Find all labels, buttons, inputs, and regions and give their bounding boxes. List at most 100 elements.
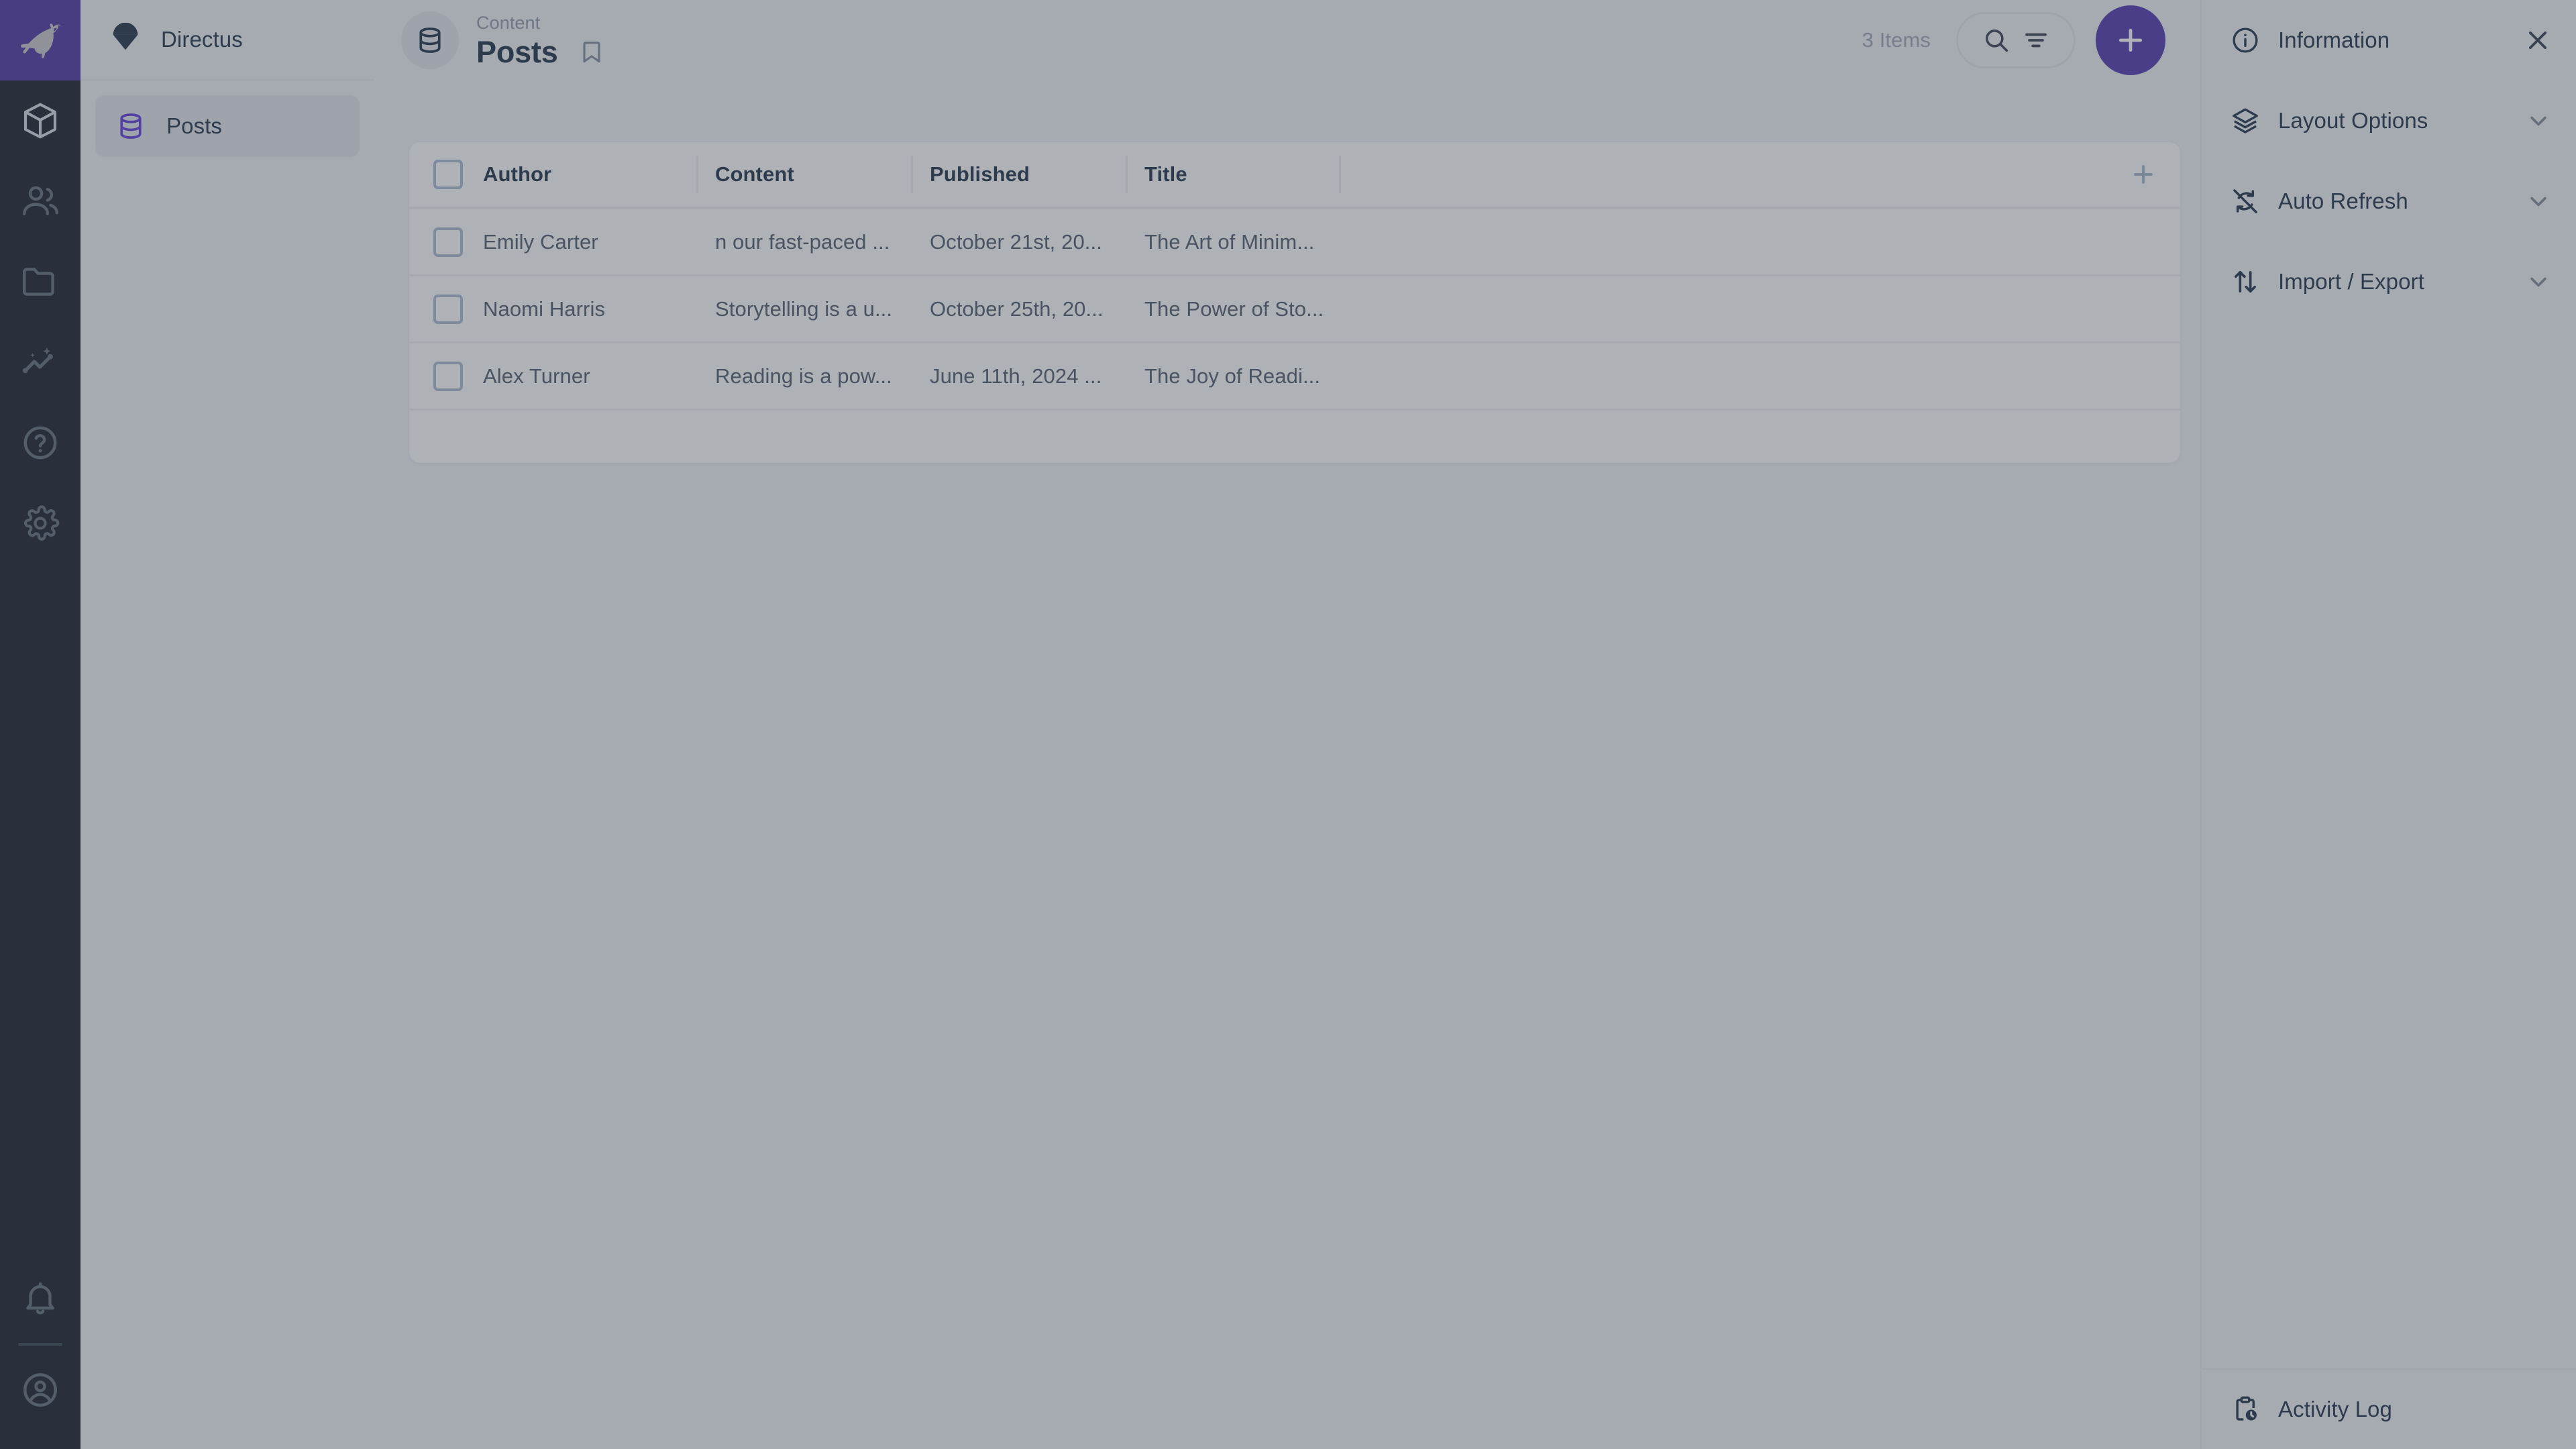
module-item-users[interactable] [0, 161, 80, 241]
module-item-settings[interactable] [0, 483, 80, 564]
sidebar-section-layout-options[interactable]: Layout Options [2202, 80, 2576, 161]
collection-icon-badge [401, 11, 459, 69]
project-name: Directus [161, 27, 243, 52]
cell-content: Storytelling is a u... [696, 276, 911, 343]
select-all-cell[interactable] [409, 160, 483, 189]
folder-icon [19, 261, 61, 303]
select-all-checkbox[interactable] [433, 160, 463, 189]
cell-value: Storytelling is a u... [715, 297, 892, 321]
chevron-down-icon [2524, 267, 2553, 297]
cell-value: Reading is a pow... [715, 364, 892, 388]
table-row[interactable]: Alex Turner Reading is a pow... June 11t… [409, 343, 2180, 411]
filter-icon[interactable] [2021, 25, 2051, 55]
cell-value: Naomi Harris [483, 297, 605, 321]
cell-published: June 11th, 2024 ... [911, 343, 1126, 410]
close-button[interactable] [2522, 25, 2553, 56]
sidebar-section-label: Import / Export [2278, 269, 2424, 294]
info-icon [2230, 25, 2261, 56]
cell-value: The Joy of Readi... [1144, 364, 1320, 388]
sidebar-item-posts[interactable]: Posts [95, 95, 360, 157]
table-row[interactable]: Emily Carter n our fast-paced ... Octobe… [409, 209, 2180, 276]
navigation-sidebar: Directus Posts [80, 0, 374, 1449]
column-label: Title [1144, 162, 1187, 186]
cell-value: October 25th, 20... [930, 297, 1104, 321]
add-column-button[interactable] [2129, 160, 2157, 189]
cell-content: n our fast-paced ... [696, 209, 911, 276]
table-header-row: Author Content Published Title [409, 142, 2180, 209]
sidebar-section-information[interactable]: Information [2202, 0, 2576, 80]
module-bar-divider [18, 1343, 62, 1346]
main-content-area: Content Posts 3 Items [374, 0, 2200, 1449]
activity-log-button[interactable]: Activity Log [2202, 1368, 2576, 1449]
cell-value: Alex Turner [483, 364, 590, 388]
auto-refresh-off-icon [2230, 186, 2261, 217]
sidebar-section-label: Information [2278, 28, 2390, 53]
page-title-block: Content Posts [476, 13, 606, 68]
column-header-author[interactable]: Author [483, 142, 696, 208]
module-bar [0, 0, 80, 1449]
cell-value: The Power of Sto... [1144, 297, 1324, 321]
people-icon [19, 180, 61, 222]
cell-author: Naomi Harris [483, 276, 696, 343]
sidebar-section-label: Layout Options [2278, 108, 2428, 133]
database-icon [413, 23, 447, 57]
table-row[interactable]: Naomi Harris Storytelling is a u... Octo… [409, 276, 2180, 343]
activity-log-label: Activity Log [2278, 1397, 2392, 1422]
cell-value: June 11th, 2024 ... [930, 364, 1102, 388]
breadcrumb[interactable]: Content [476, 13, 606, 34]
row-checkbox[interactable] [433, 362, 463, 391]
cell-value: The Art of Minim... [1144, 230, 1314, 254]
column-label: Content [715, 162, 794, 186]
column-header-title[interactable]: Title [1126, 142, 1339, 208]
row-select-cell[interactable] [409, 294, 483, 324]
expand-toggle[interactable] [2524, 186, 2553, 216]
row-select-cell[interactable] [409, 227, 483, 257]
sidebar-section-import-export[interactable]: Import / Export [2202, 241, 2576, 322]
help-circle-icon [19, 422, 61, 464]
expand-toggle[interactable] [2524, 267, 2553, 297]
sidebar-section-auto-refresh[interactable]: Auto Refresh [2202, 161, 2576, 241]
cell-spacer [1339, 209, 2180, 276]
search-icon[interactable] [1981, 25, 2012, 56]
row-select-cell[interactable] [409, 362, 483, 391]
database-icon [114, 109, 148, 143]
directus-logo-button[interactable] [0, 0, 80, 80]
cell-spacer [1339, 276, 2180, 343]
account-button[interactable] [0, 1350, 80, 1430]
directus-app-window: Directus Posts [0, 0, 2576, 1449]
row-checkbox[interactable] [433, 294, 463, 324]
row-checkbox[interactable] [433, 227, 463, 257]
module-item-files[interactable] [0, 241, 80, 322]
item-count: 3 Items [1862, 28, 1931, 52]
cell-spacer [1339, 343, 2180, 410]
cell-title: The Joy of Readi... [1126, 343, 1339, 410]
cell-author: Emily Carter [483, 209, 696, 276]
cell-published: October 25th, 20... [911, 276, 1126, 343]
module-item-content[interactable] [0, 80, 80, 161]
project-header[interactable]: Directus [80, 0, 374, 80]
page-header: Content Posts 3 Items [374, 0, 2200, 80]
add-item-button[interactable] [2096, 5, 2165, 75]
expand-toggle[interactable] [2524, 106, 2553, 136]
cell-published: October 21st, 20... [911, 209, 1126, 276]
notifications-button[interactable] [0, 1258, 80, 1339]
module-item-insights[interactable] [0, 322, 80, 402]
page-title: Posts [476, 36, 558, 68]
column-label: Author [483, 162, 551, 186]
cube-icon [19, 100, 61, 142]
column-header-content[interactable]: Content [696, 142, 911, 208]
layers-icon [2230, 105, 2261, 136]
directus-rabbit-logo-icon [14, 14, 66, 66]
search-filter-button[interactable] [1956, 12, 2076, 68]
sidebar-sections: Information [2202, 0, 2576, 322]
bookmark-button[interactable] [577, 38, 606, 67]
cell-title: The Art of Minim... [1126, 209, 1339, 276]
column-header-published[interactable]: Published [911, 142, 1126, 208]
cell-value: October 21st, 20... [930, 230, 1102, 254]
module-item-help[interactable] [0, 402, 80, 483]
column-label: Published [930, 162, 1030, 186]
table-footer [409, 411, 2180, 463]
header-actions: 3 Items [1862, 5, 2165, 75]
sidebar-item-label: Posts [166, 113, 222, 139]
cell-title: The Power of Sto... [1126, 276, 1339, 343]
